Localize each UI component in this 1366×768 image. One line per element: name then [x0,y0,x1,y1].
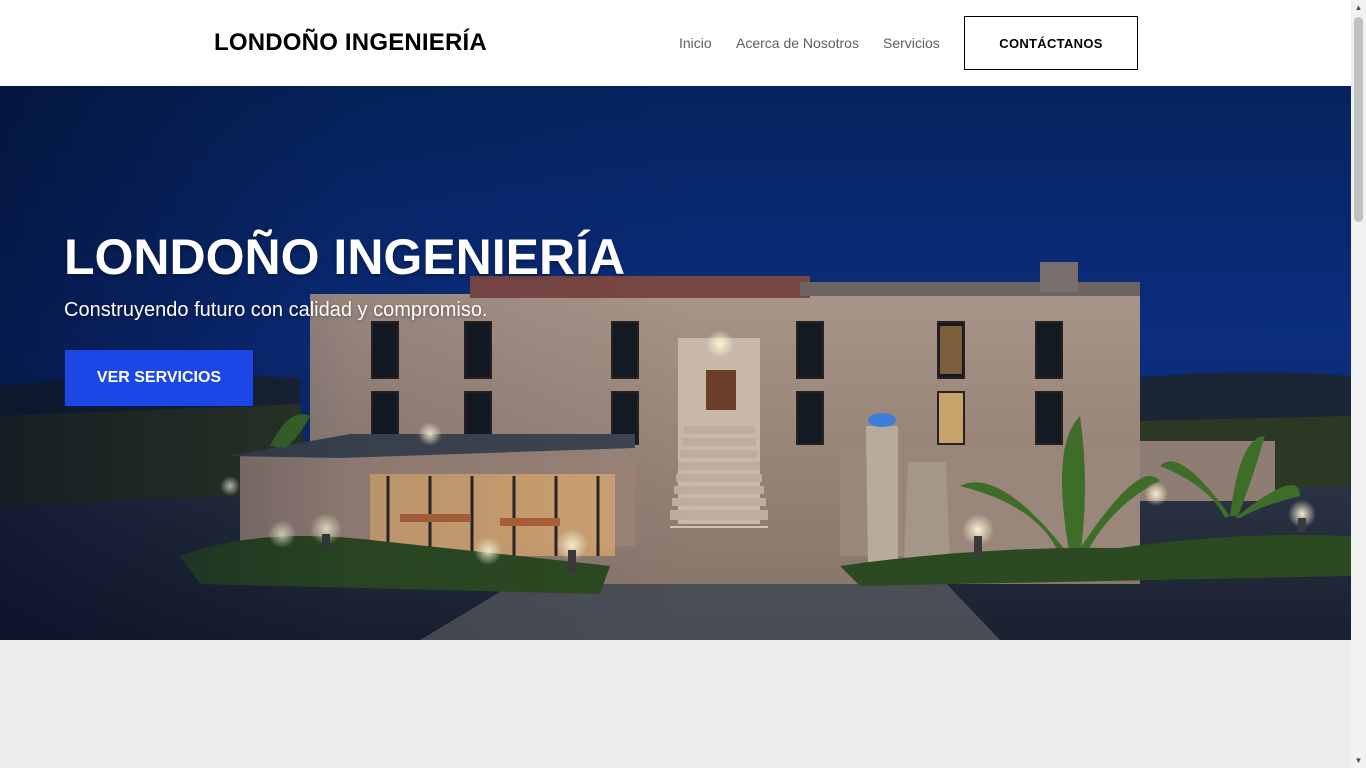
nav-link-acerca[interactable]: Acerca de Nosotros [736,35,859,51]
view-services-button[interactable]: VER SERVICIOS [64,349,254,407]
scroll-up-arrow-icon[interactable]: ▲ [1351,0,1366,15]
page: LONDOÑO INGENIERÍA Inicio Acerca de Noso… [0,0,1351,768]
hero-subtitle: Construyendo futuro con calidad y compro… [64,299,488,321]
next-section [0,640,1351,768]
scroll-down-arrow-icon[interactable]: ▼ [1351,753,1366,768]
page-scrollbar[interactable]: ▲ ▼ [1351,0,1366,768]
nav-link-servicios[interactable]: Servicios [883,35,940,51]
hero-title: LONDOÑO INGENIERÍA [64,229,626,285]
brand-logo[interactable]: LONDOÑO INGENIERÍA [214,29,487,57]
hero-section: LONDOÑO INGENIERÍA Construyendo futuro c… [0,86,1351,640]
contact-button[interactable]: CONTÁCTANOS [964,16,1138,70]
scrollbar-thumb[interactable] [1354,17,1363,222]
nav-link-inicio[interactable]: Inicio [679,35,712,51]
site-header: LONDOÑO INGENIERÍA Inicio Acerca de Noso… [0,0,1351,86]
